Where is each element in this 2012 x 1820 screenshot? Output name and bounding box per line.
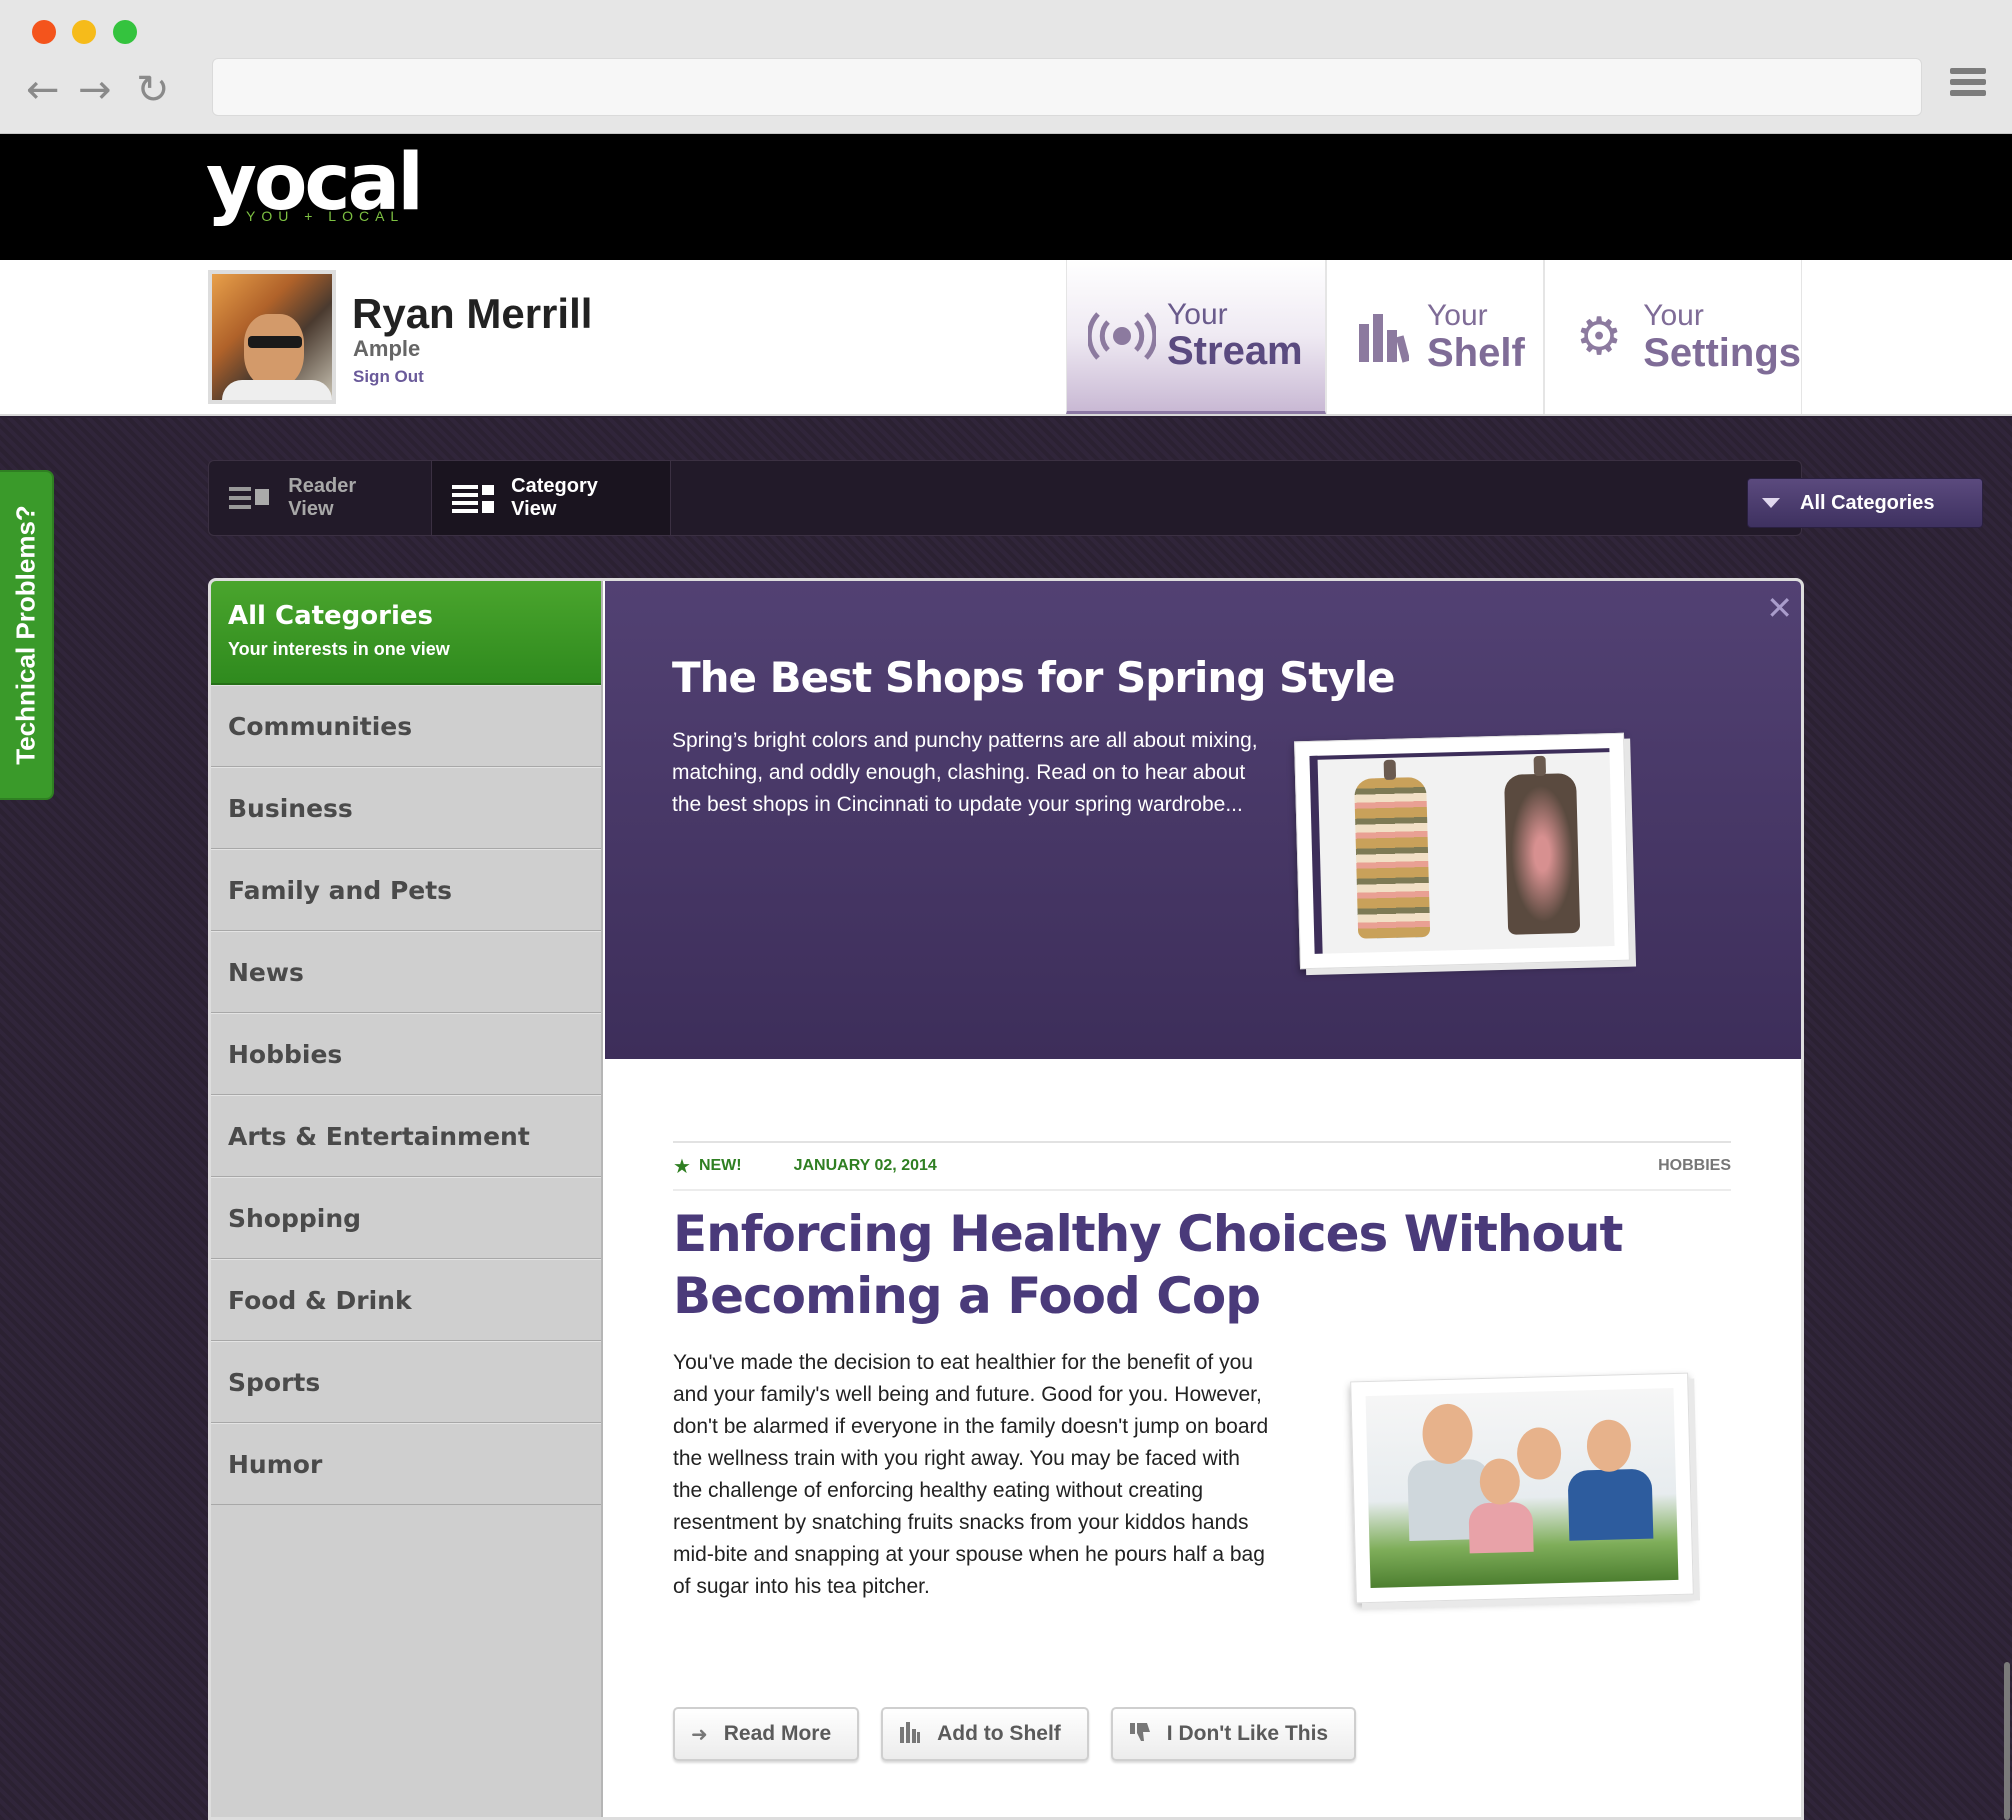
page-scrollbar[interactable]: [2004, 1662, 2010, 1820]
read-more-button[interactable]: ➜ Read More: [673, 1707, 860, 1761]
browser-chrome: ← → ↻: [0, 0, 2012, 134]
books-icon: [1347, 302, 1417, 372]
tab-your-settings[interactable]: ⚙ Your Settings: [1544, 260, 1802, 414]
tab-settings-label: Settings: [1643, 330, 1801, 375]
reload-icon[interactable]: ↻: [136, 70, 170, 110]
category-sidebar: All Categories Your interests in one vie…: [211, 581, 603, 1817]
tab-stream-label: Stream: [1167, 329, 1303, 374]
arrow-right-icon: ➜: [691, 1722, 708, 1746]
new-badge: NEW!: [698, 1157, 742, 1174]
categories-dropdown[interactable]: All Categories: [1747, 478, 1983, 528]
sidebar-item-communities[interactable]: Communities: [211, 685, 601, 767]
article-meta: ★ NEW! JANUARY 02, 2014 HOBBIES: [673, 1141, 1731, 1191]
read-more-label: Read More: [723, 1722, 832, 1745]
article-category[interactable]: HOBBIES: [1658, 1157, 1731, 1175]
tab-your-shelf[interactable]: Your Shelf: [1326, 260, 1544, 414]
dropdown-arrow-icon: [1762, 498, 1780, 508]
sidebar-item-hobbies[interactable]: Hobbies: [211, 1013, 601, 1095]
sign-out-link[interactable]: Sign Out: [353, 367, 424, 387]
hero-title[interactable]: The Best Shops for Spring Style: [672, 653, 1396, 702]
technical-problems-label: Technical Problems?: [10, 505, 41, 765]
arrow-left-icon[interactable]: ←: [26, 70, 60, 110]
address-bar[interactable]: [212, 58, 1922, 116]
article-actions: ➜ Read More Add to Shelf I Don't Like Th…: [673, 1707, 1357, 1761]
sidebar-title: All Categories: [228, 601, 434, 631]
article-title[interactable]: Enforcing Healthy Choices Without Becomi…: [673, 1203, 1737, 1327]
books-icon: [899, 1721, 921, 1748]
article-photo[interactable]: [1350, 1372, 1694, 1604]
article-date: JANUARY 02, 2014: [793, 1157, 937, 1174]
sidebar-subtitle: Your interests in one view: [228, 639, 450, 659]
reader-view-icon: [229, 483, 272, 513]
tab-shelf-small: Your: [1427, 299, 1488, 333]
maximize-window-button[interactable]: [113, 20, 137, 44]
star-icon: ★: [673, 1154, 691, 1178]
hero-photo[interactable]: [1294, 732, 1630, 970]
add-to-shelf-button[interactable]: Add to Shelf: [881, 1707, 1089, 1761]
yocal-logo[interactable]: yocal YOU + LOCAL: [206, 138, 424, 248]
main-panel: All Categories Your interests in one vie…: [208, 578, 1804, 1820]
sidebar-item-business[interactable]: Business: [211, 767, 601, 849]
avatar[interactable]: [208, 270, 336, 404]
broadcast-icon: [1087, 301, 1157, 371]
sidebar-item-sports[interactable]: Sports: [211, 1341, 601, 1423]
category-view-button[interactable]: Category View: [431, 461, 671, 535]
category-view-label: Category View: [511, 475, 598, 520]
reader-view-label: Reader View: [288, 475, 357, 520]
sidebar-item-shopping[interactable]: Shopping: [211, 1177, 601, 1259]
site-header: yocal YOU + LOCAL: [0, 134, 2012, 260]
add-to-shelf-label: Add to Shelf: [937, 1722, 1061, 1745]
close-icon[interactable]: ✕: [1766, 589, 1793, 627]
tab-shelf-label: Shelf: [1427, 330, 1525, 375]
tab-your-stream[interactable]: Your Stream: [1066, 260, 1326, 414]
sidebar-all-categories[interactable]: All Categories Your interests in one vie…: [211, 581, 601, 685]
gear-icon: ⚙: [1575, 307, 1623, 367]
reader-view-button[interactable]: Reader View: [209, 461, 429, 535]
technical-problems-tab[interactable]: Technical Problems?: [0, 470, 54, 800]
minimize-window-button[interactable]: [72, 20, 96, 44]
tab-settings-small: Your: [1643, 299, 1704, 333]
hero-text: Spring’s bright colors and punchy patter…: [672, 729, 1258, 816]
sidebar-item-food-drink[interactable]: Food & Drink: [211, 1259, 601, 1341]
dislike-button[interactable]: I Don't Like This: [1110, 1707, 1357, 1761]
user-name: Ryan Merrill: [352, 290, 593, 337]
sidebar-item-family-and-pets[interactable]: Family and Pets: [211, 849, 601, 931]
view-toolbar: Reader View Category View All Categories: [208, 460, 1983, 536]
featured-hero: ✕ The Best Shops for Spring Style Spring…: [605, 581, 1801, 1059]
categories-dropdown-label: All Categories: [1800, 491, 1935, 514]
sidebar-item-news[interactable]: News: [211, 931, 601, 1013]
article-card: ★ NEW! JANUARY 02, 2014 HOBBIES Enforcin…: [673, 1059, 1737, 1817]
profile-bar: Ryan Merrill Ample Sign Out Your Stream Y…: [0, 260, 2012, 416]
dislike-label: I Don't Like This: [1166, 1722, 1329, 1745]
thumbs-down-icon: [1129, 1721, 1151, 1748]
article-body: You've made the decision to eat healthie…: [673, 1351, 1269, 1598]
hamburger-menu-icon[interactable]: [1950, 68, 1986, 104]
tab-stream-small: Your: [1167, 297, 1228, 331]
sidebar-item-humor[interactable]: Humor: [211, 1423, 601, 1505]
category-view-icon: [452, 483, 495, 513]
arrow-right-icon[interactable]: →: [78, 70, 112, 110]
close-window-button[interactable]: [32, 20, 56, 44]
sidebar-item-arts-entertainment[interactable]: Arts & Entertainment: [211, 1095, 601, 1177]
logo-tagline: YOU + LOCAL: [246, 208, 405, 224]
user-company: Ample: [353, 336, 421, 361]
